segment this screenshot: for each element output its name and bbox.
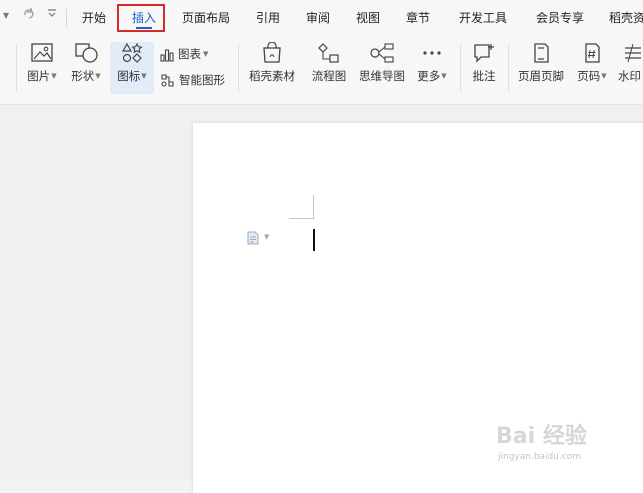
chart-button[interactable]: 图表 ▼ [160,44,208,64]
shape-icon [75,43,98,63]
toolbar-separator [66,9,67,27]
docer-material-label: 稻壳素材 [249,69,295,83]
watermark-label: 水印 [618,69,641,83]
baidu-jingyan-watermark: Bai 经验 jingyan.baidu.com [496,404,643,474]
ribbon-toolbar: 图片▼ 形状▼ 图标▼ 图表 ▼ 智能图形 稻壳素材 流程图 思维导图 更多▼ … [0,36,643,105]
customize-toolbar-icon[interactable] [46,7,58,22]
material-bag-icon [263,42,281,63]
ribbon-separator [238,44,239,92]
watermark-button[interactable]: 水印 [618,42,643,94]
header-footer-button[interactable]: 页眉页脚 [514,42,568,94]
dropdown-caret-icon: ▼ [51,72,57,80]
watermark-icon [625,43,641,63]
tab-docer[interactable]: 稻壳资 [609,0,643,36]
page-number-button[interactable]: 页码▼ [572,42,612,94]
ribbon-separator [460,44,461,92]
smart-art-icon [161,74,174,87]
tab-member[interactable]: 会员专享 [536,0,584,36]
icon-library-icon [121,42,143,63]
watermark-text: Bai 经验 [496,424,587,449]
bar-chart-icon [160,49,174,62]
more-label: 更多 [417,69,441,83]
flowchart-button[interactable]: 流程图 [308,42,350,94]
dropdown-caret-icon: ▼ [141,72,147,80]
tab-references[interactable]: 引用 [256,0,280,36]
header-footer-icon [534,43,549,63]
redo-icon[interactable] [22,6,36,23]
picture-button[interactable]: 图片▼ [20,42,64,94]
comment-add-icon [474,44,494,63]
tab-insert[interactable]: 插入 [132,0,156,36]
more-button[interactable]: 更多▼ [414,42,450,94]
tab-review[interactable]: 审阅 [306,0,330,36]
ribbon-separator [508,44,509,92]
chart-label: 图表 [178,47,201,61]
tab-chapter[interactable]: 章节 [406,0,430,36]
picture-icon [31,43,53,62]
text-cursor [313,229,315,251]
flowchart-label: 流程图 [311,69,347,83]
comment-label: 批注 [472,69,496,83]
smart-art-button[interactable]: 智能图形 [160,70,225,90]
dropdown-caret-icon: ▼ [601,72,607,80]
mind-map-button[interactable]: 思维导图 [356,42,408,94]
tab-view[interactable]: 视图 [356,0,380,36]
page-number-icon [585,43,600,63]
icon-library-button[interactable]: 图标▼ [110,42,154,94]
paragraph-layout-icon[interactable] [246,231,260,245]
tab-page-layout[interactable]: 页面布局 [182,0,230,36]
docer-material-button[interactable]: 稻壳素材 [244,42,300,94]
mind-map-icon [370,43,394,63]
dropdown-caret-icon: ▼ [95,72,101,80]
page-margin-corner-mark [289,218,313,219]
comment-button[interactable]: 批注 [466,42,502,94]
smart-art-label: 智能图形 [179,73,225,87]
dropdown-caret-icon: ▼ [441,72,447,80]
shape-button[interactable]: 形状▼ [66,42,106,94]
picture-label: 图片 [27,69,51,83]
flowchart-icon [318,43,339,63]
watermark-url: jingyan.baidu.com [498,452,582,462]
mind-map-label: 思维导图 [359,69,405,83]
header-footer-label: 页眉页脚 [518,69,564,83]
undo-dropdown-icon[interactable]: ▾ [3,8,9,22]
page-number-label: 页码 [577,69,601,83]
menu-bar: ▾ 开始 插入 页面布局 引用 审阅 视图 章节 开发工具 会员专享 稻壳资 [0,0,643,36]
page-margin-corner-mark [313,195,314,219]
ribbon-separator [16,44,17,92]
dropdown-caret-icon: ▼ [203,50,209,58]
tab-home[interactable]: 开始 [82,0,106,36]
tab-developer[interactable]: 开发工具 [459,0,507,36]
icon-library-label: 图标 [117,69,141,83]
more-dots-icon [423,51,441,55]
shape-label: 形状 [71,69,95,83]
paragraph-layout-dropdown-icon[interactable]: ▼ [264,233,269,241]
